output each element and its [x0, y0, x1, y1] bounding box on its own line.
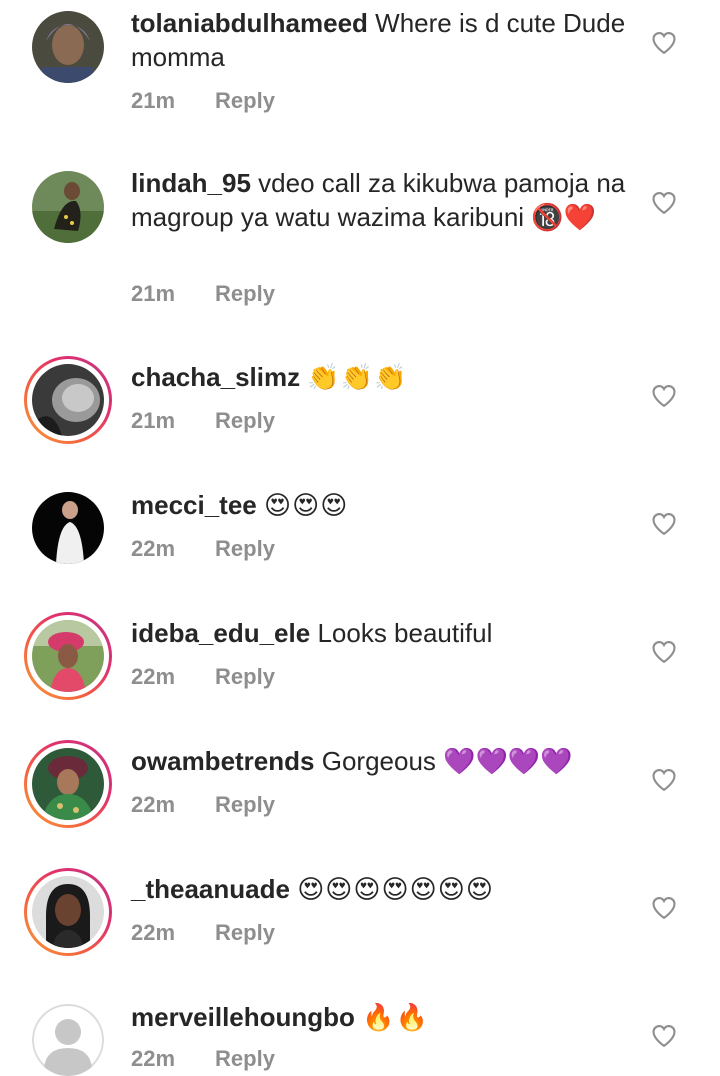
heart-outline-icon[interactable]	[650, 766, 678, 794]
comment-username[interactable]: tolaniabdulhameed	[131, 8, 368, 38]
heart-outline-icon[interactable]	[650, 189, 678, 217]
comment-text: 😍😍😍	[264, 490, 349, 520]
reply-button[interactable]: Reply	[215, 664, 275, 689]
avatar-story-ring[interactable]	[24, 612, 112, 700]
reply-button[interactable]: Reply	[215, 792, 275, 817]
user-avatar-image	[32, 11, 104, 83]
heart-outline-icon[interactable]	[650, 29, 678, 57]
heart-outline-icon[interactable]	[650, 1022, 678, 1050]
comment-username[interactable]: lindah_95	[131, 168, 251, 198]
comment-timestamp: 22m	[131, 792, 176, 817]
comment-username[interactable]: _theaanuade	[131, 874, 290, 904]
avatar-story-ring[interactable]	[24, 356, 112, 444]
comment-meta: 21m Reply	[131, 408, 275, 434]
avatar[interactable]	[32, 1004, 104, 1076]
comment-username[interactable]: merveillehoungbo	[131, 1002, 355, 1032]
heart-outline-icon[interactable]	[650, 894, 678, 922]
comment-text-block: mecci_tee 😍😍😍	[131, 488, 631, 522]
comment-text: 🔥🔥	[362, 1002, 429, 1032]
comment-text-block: lindah_95 vdeo call za kikubwa pamoja na…	[131, 166, 631, 234]
comment-text-block: tolaniabdulhameed Where is d cute Dude m…	[131, 6, 631, 74]
comment-meta: 21m Reply	[131, 281, 275, 307]
comment-timestamp: 22m	[131, 664, 176, 689]
comment-timestamp: 22m	[131, 536, 176, 561]
reply-button[interactable]: Reply	[215, 920, 275, 945]
comment-timestamp: 22m	[131, 920, 176, 945]
reply-button[interactable]: Reply	[215, 88, 275, 113]
user-avatar-image	[32, 620, 104, 692]
comment-username[interactable]: chacha_slimz	[131, 362, 300, 392]
heart-outline-icon[interactable]	[650, 510, 678, 538]
avatar[interactable]	[32, 11, 104, 83]
comment-text: 👏👏👏	[307, 362, 408, 392]
comment-meta: 21m Reply	[131, 88, 275, 114]
comment-timestamp: 21m	[131, 88, 176, 113]
reply-button[interactable]: Reply	[215, 408, 275, 433]
comment-meta: 22m Reply	[131, 1046, 275, 1072]
comment-text: 😍😍😍😍😍😍😍	[297, 874, 494, 904]
user-avatar-image	[32, 748, 104, 820]
comment-username[interactable]: owambetrends	[131, 746, 315, 776]
user-avatar-image	[32, 492, 104, 564]
reply-button[interactable]: Reply	[215, 1046, 275, 1071]
default-avatar-icon	[32, 1004, 104, 1076]
user-avatar-image	[32, 364, 104, 436]
comment-text-block: ideba_edu_ele Looks beautiful	[131, 616, 631, 650]
comment-meta: 22m Reply	[131, 664, 275, 690]
user-avatar-image	[32, 171, 104, 243]
reply-button[interactable]: Reply	[215, 281, 275, 306]
comment-username[interactable]: mecci_tee	[131, 490, 257, 520]
comment-timestamp: 21m	[131, 408, 176, 433]
comment-text: Looks beautiful	[317, 618, 493, 648]
heart-outline-icon[interactable]	[650, 638, 678, 666]
comment-timestamp: 22m	[131, 1046, 176, 1071]
comment-meta: 22m Reply	[131, 920, 275, 946]
avatar-story-ring[interactable]	[24, 868, 112, 956]
user-avatar-image	[32, 876, 104, 948]
comment-text-block: owambetrends Gorgeous 💜💜💜💜	[131, 744, 631, 778]
comment-text: Gorgeous 💜💜💜💜	[321, 746, 573, 776]
comment-text-block: _theaanuade 😍😍😍😍😍😍😍	[131, 872, 631, 906]
comment-text-block: merveillehoungbo 🔥🔥	[131, 1000, 631, 1034]
comment-text-block: chacha_slimz 👏👏👏	[131, 360, 631, 394]
avatar[interactable]	[32, 492, 104, 564]
comment-meta: 22m Reply	[131, 792, 275, 818]
comment-meta: 22m Reply	[131, 536, 275, 562]
comment-username[interactable]: ideba_edu_ele	[131, 618, 310, 648]
reply-button[interactable]: Reply	[215, 536, 275, 561]
avatar-story-ring[interactable]	[24, 740, 112, 828]
comment-timestamp: 21m	[131, 281, 176, 306]
avatar[interactable]	[32, 171, 104, 243]
heart-outline-icon[interactable]	[650, 382, 678, 410]
